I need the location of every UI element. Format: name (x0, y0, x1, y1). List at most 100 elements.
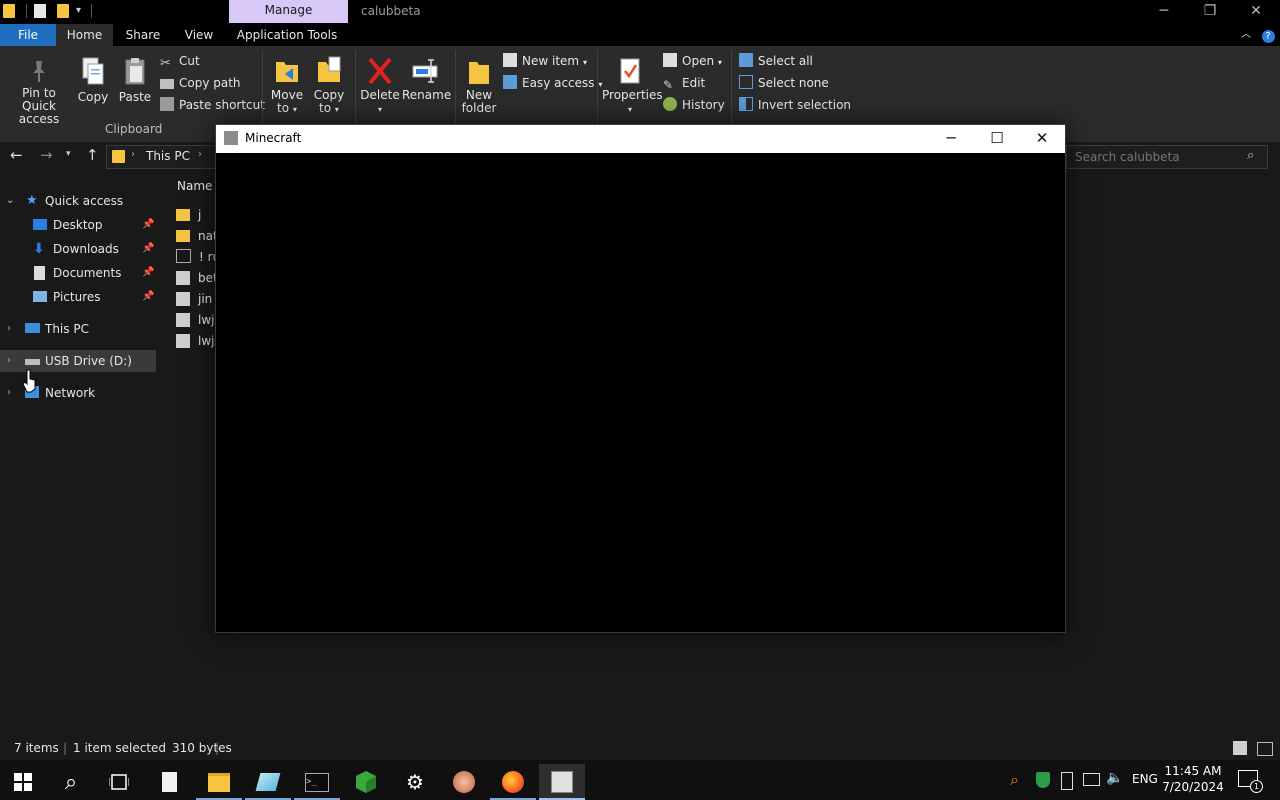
back-arrow-icon[interactable]: ← (10, 146, 23, 164)
easy-access-button[interactable]: Easy access ▾ (503, 74, 602, 92)
pencil-app-icon[interactable] (245, 764, 291, 800)
tab-manage[interactable]: Manage (229, 0, 348, 23)
chevron-right-icon[interactable]: › (7, 350, 11, 372)
delete-button[interactable]: Delete ▾ (360, 56, 400, 116)
input-language[interactable]: ENG (1132, 772, 1158, 786)
volume-muted-icon[interactable]: 🔈 (1106, 770, 1123, 786)
large-icons-view-icon[interactable] (1257, 742, 1273, 756)
tab-file[interactable]: File (0, 24, 56, 46)
list-item[interactable]: j (176, 205, 201, 225)
column-header-name[interactable]: Name (177, 179, 212, 193)
chevron-right-icon[interactable]: › (7, 318, 11, 340)
new-folder-icon (469, 62, 489, 84)
properties-qat-icon[interactable] (34, 4, 46, 18)
start-windows-icon[interactable] (0, 764, 46, 800)
invert-selection-icon (739, 97, 753, 111)
select-all-button[interactable]: Select all (739, 52, 813, 70)
minecraft-titlebar[interactable]: Minecraft ─ ☐ ✕ (216, 125, 1065, 153)
select-none-button[interactable]: Select none (739, 74, 829, 92)
network-status-icon[interactable] (1083, 773, 1100, 786)
list-item[interactable]: nat (176, 226, 218, 246)
delete-icon (368, 57, 392, 85)
chevron-right-icon[interactable]: › (7, 382, 11, 404)
nav-item-quick-access[interactable]: ⌄ ★ Quick access (0, 190, 156, 212)
minecraft-minimize-icon[interactable]: ─ (928, 125, 974, 153)
tab-home[interactable]: Home (56, 24, 113, 46)
invert-selection-button[interactable]: Invert selection (739, 96, 851, 114)
new-folder-qat-icon[interactable] (57, 4, 69, 18)
notepad-icon[interactable] (146, 764, 192, 800)
paste-button[interactable]: Paste (118, 56, 152, 104)
app-globe-icon[interactable] (441, 764, 487, 800)
nav-item-downloads[interactable]: ⬇ Downloads 📌 (0, 238, 156, 260)
tab-application-tools[interactable]: Application Tools (232, 24, 342, 46)
minecraft-window[interactable]: Minecraft ─ ☐ ✕ (215, 124, 1066, 633)
select-all-icon (739, 53, 753, 67)
properties-icon (620, 58, 640, 84)
new-folder-button[interactable]: New folder (460, 56, 498, 115)
rename-icon (412, 59, 438, 83)
command-prompt-icon[interactable]: >_ (294, 764, 340, 800)
copy-to-button[interactable]: Copy to ▾ (310, 54, 348, 116)
status-divider: | (215, 741, 220, 755)
tab-view[interactable]: View (178, 24, 220, 46)
paste-shortcut-button[interactable]: Paste shortcut (160, 96, 265, 114)
minecraft-launcher-icon[interactable] (343, 764, 389, 800)
jar-file-icon (176, 313, 190, 327)
search-box[interactable]: ⌕ (1066, 145, 1268, 169)
minimize-icon[interactable]: ─ (1141, 0, 1187, 24)
nav-item-pictures[interactable]: Pictures 📌 (0, 286, 156, 308)
search-input[interactable] (1073, 148, 1247, 166)
file-explorer-icon[interactable] (196, 764, 242, 800)
download-arrow-icon: ⬇ (33, 241, 45, 257)
properties-button[interactable]: Properties ▾ (602, 56, 663, 116)
minecraft-maximize-icon[interactable]: ☐ (974, 125, 1020, 153)
security-shield-icon[interactable] (1036, 772, 1050, 788)
history-button[interactable]: History (663, 96, 725, 114)
cut-button[interactable]: ✂ Cut (160, 52, 200, 71)
tab-share[interactable]: Share (120, 24, 166, 46)
list-item[interactable]: lwj (176, 310, 214, 330)
nav-item-this-pc[interactable]: › This PC (0, 318, 156, 340)
minecraft-close-icon[interactable]: ✕ (1019, 125, 1065, 153)
ribbon-separator (355, 50, 356, 134)
selection-count: 1 item selected (73, 741, 167, 755)
task-view-icon[interactable] (96, 764, 142, 800)
forward-arrow-icon[interactable]: → (40, 146, 53, 164)
search-icon[interactable]: ⌕ (48, 764, 94, 800)
nav-item-desktop[interactable]: Desktop 📌 (0, 214, 156, 236)
clock[interactable]: 11:45 AM 7/20/2024 (1162, 763, 1224, 795)
collapse-ribbon-icon[interactable]: ︿ (1236, 24, 1256, 46)
copy-button[interactable]: Copy (76, 56, 110, 104)
open-button[interactable]: Open ▾ (663, 52, 722, 70)
minecraft-java-icon[interactable] (539, 764, 585, 800)
scissors-icon: ✂ (160, 56, 171, 71)
edit-button[interactable]: ✎ Edit (663, 74, 705, 92)
recent-locations-chevron-icon[interactable]: ▾ (66, 149, 71, 159)
list-item[interactable]: lwj (176, 331, 214, 351)
tray-search-icon[interactable]: ⌕ (1010, 770, 1019, 790)
customize-qat-icon[interactable]: ▾ (76, 4, 88, 18)
breadcrumb-this-pc[interactable]: This PC (146, 149, 190, 163)
list-item[interactable]: bet (176, 268, 218, 288)
window-title: calubbeta (361, 4, 421, 18)
list-item[interactable]: ! ru (176, 247, 220, 267)
close-icon[interactable]: ✕ (1233, 0, 1279, 24)
usb-eject-icon[interactable] (1061, 772, 1073, 790)
firefox-icon[interactable] (490, 764, 536, 800)
list-item[interactable]: jin (176, 289, 212, 309)
restore-icon[interactable]: ❐ (1187, 0, 1233, 24)
chevron-down-icon[interactable]: ⌄ (6, 190, 14, 212)
details-view-icon[interactable] (1233, 741, 1247, 755)
rename-button[interactable]: Rename (402, 56, 451, 102)
up-arrow-icon[interactable]: ↑ (86, 146, 99, 164)
folder-icon (176, 230, 190, 242)
new-item-button[interactable]: New item ▾ (503, 52, 587, 70)
paste-shortcut-icon (160, 97, 174, 111)
help-icon[interactable]: ? (1258, 24, 1278, 46)
settings-gear-icon[interactable]: ⚙ (392, 764, 438, 800)
pin-to-quick-access-button[interactable]: Pin to Quick access (4, 58, 74, 126)
nav-item-documents[interactable]: Documents 📌 (0, 262, 156, 284)
move-to-button[interactable]: Move to ▾ (268, 54, 306, 116)
copy-path-button[interactable]: Copy path (160, 74, 241, 92)
